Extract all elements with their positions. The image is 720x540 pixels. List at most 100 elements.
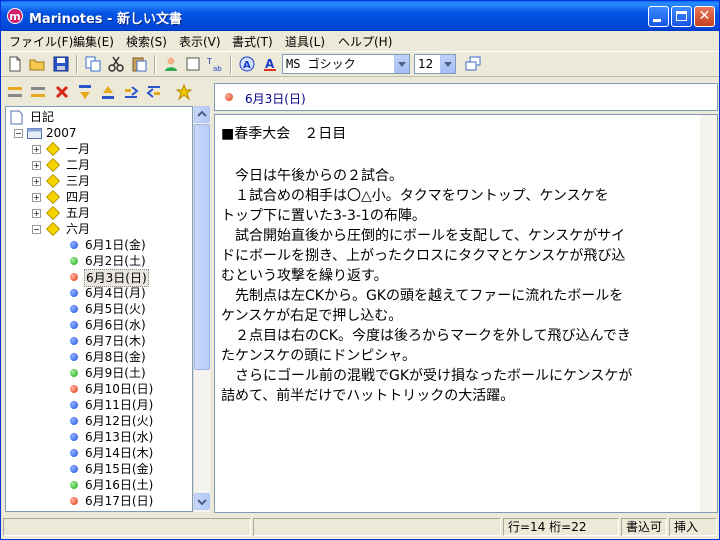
font-color-circle-icon[interactable]: A <box>239 56 255 72</box>
chevron-down-icon[interactable] <box>394 55 409 73</box>
tree-day-label: 6月17日(日) <box>85 494 154 508</box>
font-name-select[interactable]: MS ゴシック <box>282 54 410 74</box>
tree-day-label: 6月12日(火) <box>85 414 154 428</box>
close-button[interactable]: ✕ <box>694 6 715 27</box>
menu-tools[interactable]: 道具(L) <box>285 33 325 50</box>
copy-icon[interactable] <box>85 56 101 72</box>
menu-help[interactable]: ヘルプ(H) <box>338 33 392 50</box>
new-folder-entry-icon[interactable] <box>30 84 46 100</box>
expand-icon[interactable]: + <box>32 193 41 202</box>
expand-icon[interactable]: + <box>32 209 41 218</box>
font-size-select[interactable]: 12 <box>414 54 456 74</box>
collapse-icon[interactable]: − <box>14 129 23 138</box>
folder-diamond-icon <box>45 189 61 205</box>
cut-icon[interactable] <box>108 56 124 72</box>
chevron-down-icon <box>197 499 207 506</box>
scroll-thumb[interactable] <box>194 124 210 370</box>
document-line: むという攻撃を繰り返す。 <box>221 268 388 284</box>
new-entry-icon[interactable] <box>7 84 23 100</box>
paste-icon[interactable] <box>131 56 147 72</box>
expand-icon[interactable]: + <box>32 177 41 186</box>
status-pane-blank <box>253 518 501 536</box>
frame-icon[interactable] <box>185 56 201 72</box>
folder-diamond-icon <box>45 221 61 237</box>
blue-dot-icon <box>70 401 78 409</box>
move-up-icon[interactable] <box>100 84 116 100</box>
expand-icon[interactable]: + <box>32 145 41 154</box>
user-icon[interactable] <box>163 56 179 72</box>
window-title: Marinotes - 新しい文書 <box>29 12 182 27</box>
text-convert-icon[interactable]: Tab <box>207 56 223 72</box>
delete-icon[interactable] <box>54 84 70 100</box>
tree-month-label: 六月 <box>66 222 91 236</box>
tree-scrollbar[interactable] <box>193 106 210 512</box>
text-editor[interactable]: ■春季大会 ２日目 今日は午後からの２試合。 １試合めの相手は〇△小。タクマをワ… <box>214 114 718 513</box>
tree-root-label: 日記 <box>30 110 55 124</box>
document-line: ドにボールを捌き、上がったクロスにタクマとケンスケが飛び込 <box>221 248 626 264</box>
folder-diamond-icon <box>45 141 61 157</box>
green-dot-icon <box>70 369 78 377</box>
document-line: さらにゴール前の混戦でGKが受け損なったボールにケンスケが <box>221 368 633 384</box>
menu-format[interactable]: 書式(T) <box>232 33 273 50</box>
minimize-button[interactable] <box>648 6 669 27</box>
document-line: 先制点は左CKから。GKの頭を越えてファーに流れたボールを <box>221 288 624 304</box>
tree-day-label: 6月7日(木) <box>85 334 146 348</box>
window-icon[interactable] <box>465 56 481 72</box>
green-dot-icon <box>70 481 78 489</box>
svg-text:T: T <box>207 57 212 66</box>
tree-month-label: 一月 <box>66 142 91 156</box>
status-insert-mode: 挿入 <box>669 518 717 536</box>
star-icon[interactable] <box>176 84 192 100</box>
menu-file[interactable]: ファイル(F) <box>9 33 73 50</box>
diary-tree[interactable]: 日記 − 2007 + 一月 + 二月 + 三月 + 四月 + 五月 − 六月 6月1日(金) 6月2日… <box>5 106 193 512</box>
menu-search[interactable]: 検索(S) <box>126 33 167 50</box>
title-bar[interactable]: m Marinotes - 新しい文書 ✕ <box>1 1 719 31</box>
open-folder-icon[interactable] <box>29 56 45 72</box>
red-dot-icon <box>70 385 78 393</box>
tree-year-label: 2007 <box>46 126 77 140</box>
font-name-value: MS ゴシック <box>286 57 356 71</box>
calendar-icon <box>27 128 42 139</box>
green-dot-icon <box>70 257 78 265</box>
outdent-icon[interactable] <box>123 84 139 100</box>
save-icon[interactable] <box>53 56 69 72</box>
new-document-icon[interactable] <box>7 56 23 72</box>
tree-day-label: 6月8日(金) <box>85 350 146 364</box>
document-line: 今日は午後からの２試合。 <box>221 168 403 184</box>
document-line: トップ下に置いた3-3-1の布陣。 <box>221 208 426 224</box>
document-line: ケンスケが右足で押し込む。 <box>221 308 403 324</box>
blue-dot-icon <box>70 465 78 473</box>
font-a-icon[interactable]: A <box>262 56 278 72</box>
app-icon[interactable]: m <box>7 8 23 24</box>
expand-icon[interactable]: + <box>32 161 41 170</box>
svg-text:ab: ab <box>213 65 222 72</box>
font-size-value: 12 <box>418 57 434 71</box>
blue-dot-icon <box>70 433 78 441</box>
menu-view[interactable]: 表示(V) <box>179 33 221 50</box>
tree-day-label: 6月1日(金) <box>85 238 146 252</box>
maximize-icon <box>676 11 687 21</box>
tree-day-label: 6月9日(土) <box>85 366 146 380</box>
maximize-button[interactable] <box>671 6 692 27</box>
scroll-down-button[interactable] <box>194 493 210 510</box>
status-write-mode: 書込可 <box>621 518 667 536</box>
blue-dot-icon <box>70 305 78 313</box>
move-down-icon[interactable] <box>77 84 93 100</box>
scroll-up-button[interactable] <box>194 106 210 123</box>
collapse-icon[interactable]: − <box>32 225 41 234</box>
tree-day-label: 6月15日(金) <box>85 462 154 476</box>
chevron-down-icon[interactable] <box>440 55 455 73</box>
tree-day-label: 6月10日(日) <box>85 382 154 396</box>
document-line: たケンスケの頭にドンピシャ。 <box>221 348 417 364</box>
blue-dot-icon <box>70 337 78 345</box>
blue-dot-icon <box>70 321 78 329</box>
document-line: １試合めの相手は〇△小。タクマをワントップ、ケンスケを <box>221 188 609 204</box>
tree-day-label: 6月11日(月) <box>85 398 154 412</box>
blue-dot-icon <box>70 289 78 297</box>
date-header-label: 6月3日(日) <box>245 92 306 106</box>
editor-scrollbar[interactable] <box>700 115 717 512</box>
menu-edit[interactable]: 編集(E) <box>73 33 114 50</box>
indent-icon[interactable] <box>146 84 162 100</box>
close-icon: ✕ <box>698 8 711 24</box>
document-line: 詰めて、前半だけでハットトリックの大活躍。 <box>221 388 515 404</box>
